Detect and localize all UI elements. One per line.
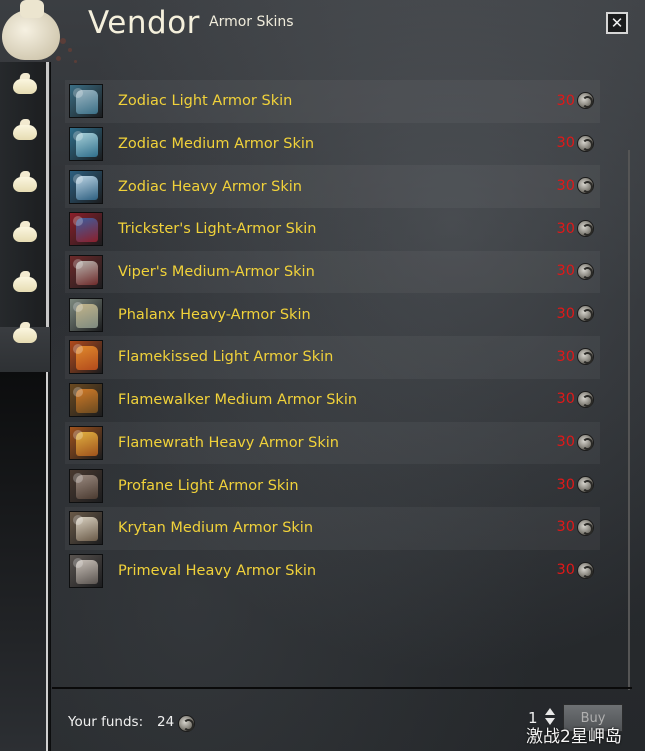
tab-6[interactable]	[8, 314, 42, 348]
bag-icon	[12, 169, 38, 192]
item-price: 30	[556, 134, 594, 152]
karma-token-icon	[577, 305, 594, 323]
window-title: Vendor	[88, 5, 200, 41]
karma-token-icon	[577, 348, 594, 366]
karma-token-icon	[577, 220, 594, 238]
flamewrath-heavy-icon	[69, 425, 103, 460]
bag-icon	[12, 71, 38, 94]
item-row[interactable]: Flamewalker Medium Armor Skin 30	[65, 379, 600, 422]
phalanx-heavy-icon	[69, 297, 103, 332]
item-name: Phalanx Heavy-Armor Skin	[118, 306, 311, 323]
item-price: 30	[556, 390, 594, 408]
funds-value: 24	[157, 714, 175, 730]
tab-5[interactable]	[8, 263, 42, 297]
item-name: Viper's Medium-Armor Skin	[118, 264, 315, 281]
tab-2[interactable]	[8, 111, 42, 145]
item-price: 30	[556, 518, 594, 536]
item-price: 30	[556, 348, 594, 366]
item-name: Trickster's Light-Armor Skin	[118, 221, 317, 238]
bag-icon	[12, 320, 38, 343]
divider	[52, 687, 632, 689]
tab-1[interactable]	[8, 65, 42, 99]
item-row[interactable]: Primeval Heavy Armor Skin 30	[65, 550, 600, 593]
bag-icon	[12, 117, 38, 140]
primeval-heavy-icon	[69, 553, 103, 588]
item-price: 30	[556, 561, 594, 579]
bag-icon	[12, 269, 38, 292]
item-price: 30	[556, 433, 594, 451]
item-row[interactable]: Viper's Medium-Armor Skin 30	[65, 250, 600, 294]
item-row[interactable]: Trickster's Light-Armor Skin 30	[65, 208, 600, 251]
item-price: 30	[556, 476, 594, 494]
item-name: Flamewalker Medium Armor Skin	[118, 392, 358, 409]
profane-light-icon	[69, 468, 103, 503]
close-button[interactable]: ✕	[606, 12, 628, 34]
karma-token-icon	[577, 476, 594, 494]
item-price: 30	[556, 262, 594, 280]
item-name: Profane Light Armor Skin	[118, 477, 299, 494]
karma-token-icon	[577, 433, 594, 451]
item-row[interactable]: Flamewrath Heavy Armor Skin 30	[65, 421, 600, 465]
flamewalker-medium-icon	[69, 383, 103, 418]
item-row[interactable]: Phalanx Heavy-Armor Skin 30	[65, 293, 600, 336]
karma-token-icon	[577, 262, 594, 280]
tab-strip-lower	[0, 372, 48, 751]
price-value: 30	[556, 177, 575, 194]
watermark: 激战2星岬岛	[526, 727, 622, 747]
item-name: Flamewrath Heavy Armor Skin	[118, 434, 339, 451]
item-name: Flamekissed Light Armor Skin	[118, 349, 334, 366]
krytan-medium-icon	[69, 511, 103, 546]
viper-medium-icon	[69, 255, 103, 290]
item-row[interactable]: Profane Light Armor Skin 30	[65, 464, 600, 507]
item-price: 30	[556, 305, 594, 323]
tab-3[interactable]	[8, 163, 42, 197]
karma-token-icon	[577, 561, 594, 579]
karma-token-icon	[577, 92, 594, 109]
item-list: Zodiac Light Armor Skin 30 Zodiac Medium A…	[65, 80, 600, 592]
item-name: Zodiac Light Armor Skin	[118, 93, 293, 110]
price-value: 30	[556, 135, 575, 152]
price-value: 30	[556, 263, 575, 280]
price-value: 30	[556, 519, 575, 536]
funds-label: Your funds:	[68, 714, 144, 730]
item-price: 30	[556, 177, 594, 195]
item-row[interactable]: Flamekissed Light Armor Skin 30	[65, 336, 600, 379]
item-row[interactable]: Krytan Medium Armor Skin 30	[65, 506, 600, 550]
item-row[interactable]: Zodiac Light Armor Skin 30	[65, 80, 600, 123]
quantity-increase-icon[interactable]	[545, 708, 555, 715]
scrollbar[interactable]	[628, 150, 630, 690]
tab-4[interactable]	[8, 213, 42, 247]
karma-token-icon	[178, 715, 195, 732]
window-subtitle: Armor Skins	[209, 14, 294, 30]
item-name: Primeval Heavy Armor Skin	[118, 562, 317, 579]
price-value: 30	[556, 305, 575, 322]
item-name: Krytan Medium Armor Skin	[118, 520, 314, 537]
price-value: 30	[556, 92, 575, 109]
item-name: Zodiac Medium Armor Skin	[118, 136, 315, 153]
karma-token-icon	[577, 518, 594, 536]
zodiac-heavy-icon	[69, 169, 103, 204]
item-price: 30	[557, 92, 594, 109]
price-value: 30	[556, 348, 575, 365]
trickster-light-icon	[69, 212, 103, 247]
karma-token-icon	[577, 134, 594, 152]
karma-token-icon	[577, 390, 594, 408]
price-value: 30	[556, 220, 575, 237]
price-value: 30	[556, 434, 575, 450]
bag-icon	[12, 219, 38, 242]
close-icon: ✕	[610, 14, 624, 32]
price-value: 30	[556, 391, 575, 408]
vendor-bag-icon	[0, 0, 64, 64]
karma-token-icon	[577, 177, 594, 195]
flamekissed-light-icon	[69, 340, 103, 375]
vendor-window: Vendor Armor Skins ✕ Zodiac Light Armor …	[0, 0, 645, 751]
price-value: 30	[556, 562, 575, 579]
price-value: 30	[556, 476, 575, 493]
item-price: 30	[556, 220, 594, 238]
item-name: Zodiac Heavy Armor Skin	[118, 178, 302, 195]
item-row[interactable]: Zodiac Medium Armor Skin 30	[65, 123, 600, 166]
item-row[interactable]: Zodiac Heavy Armor Skin 30	[65, 165, 600, 209]
zodiac-medium-icon	[69, 127, 103, 162]
zodiac-light-icon	[69, 84, 103, 119]
